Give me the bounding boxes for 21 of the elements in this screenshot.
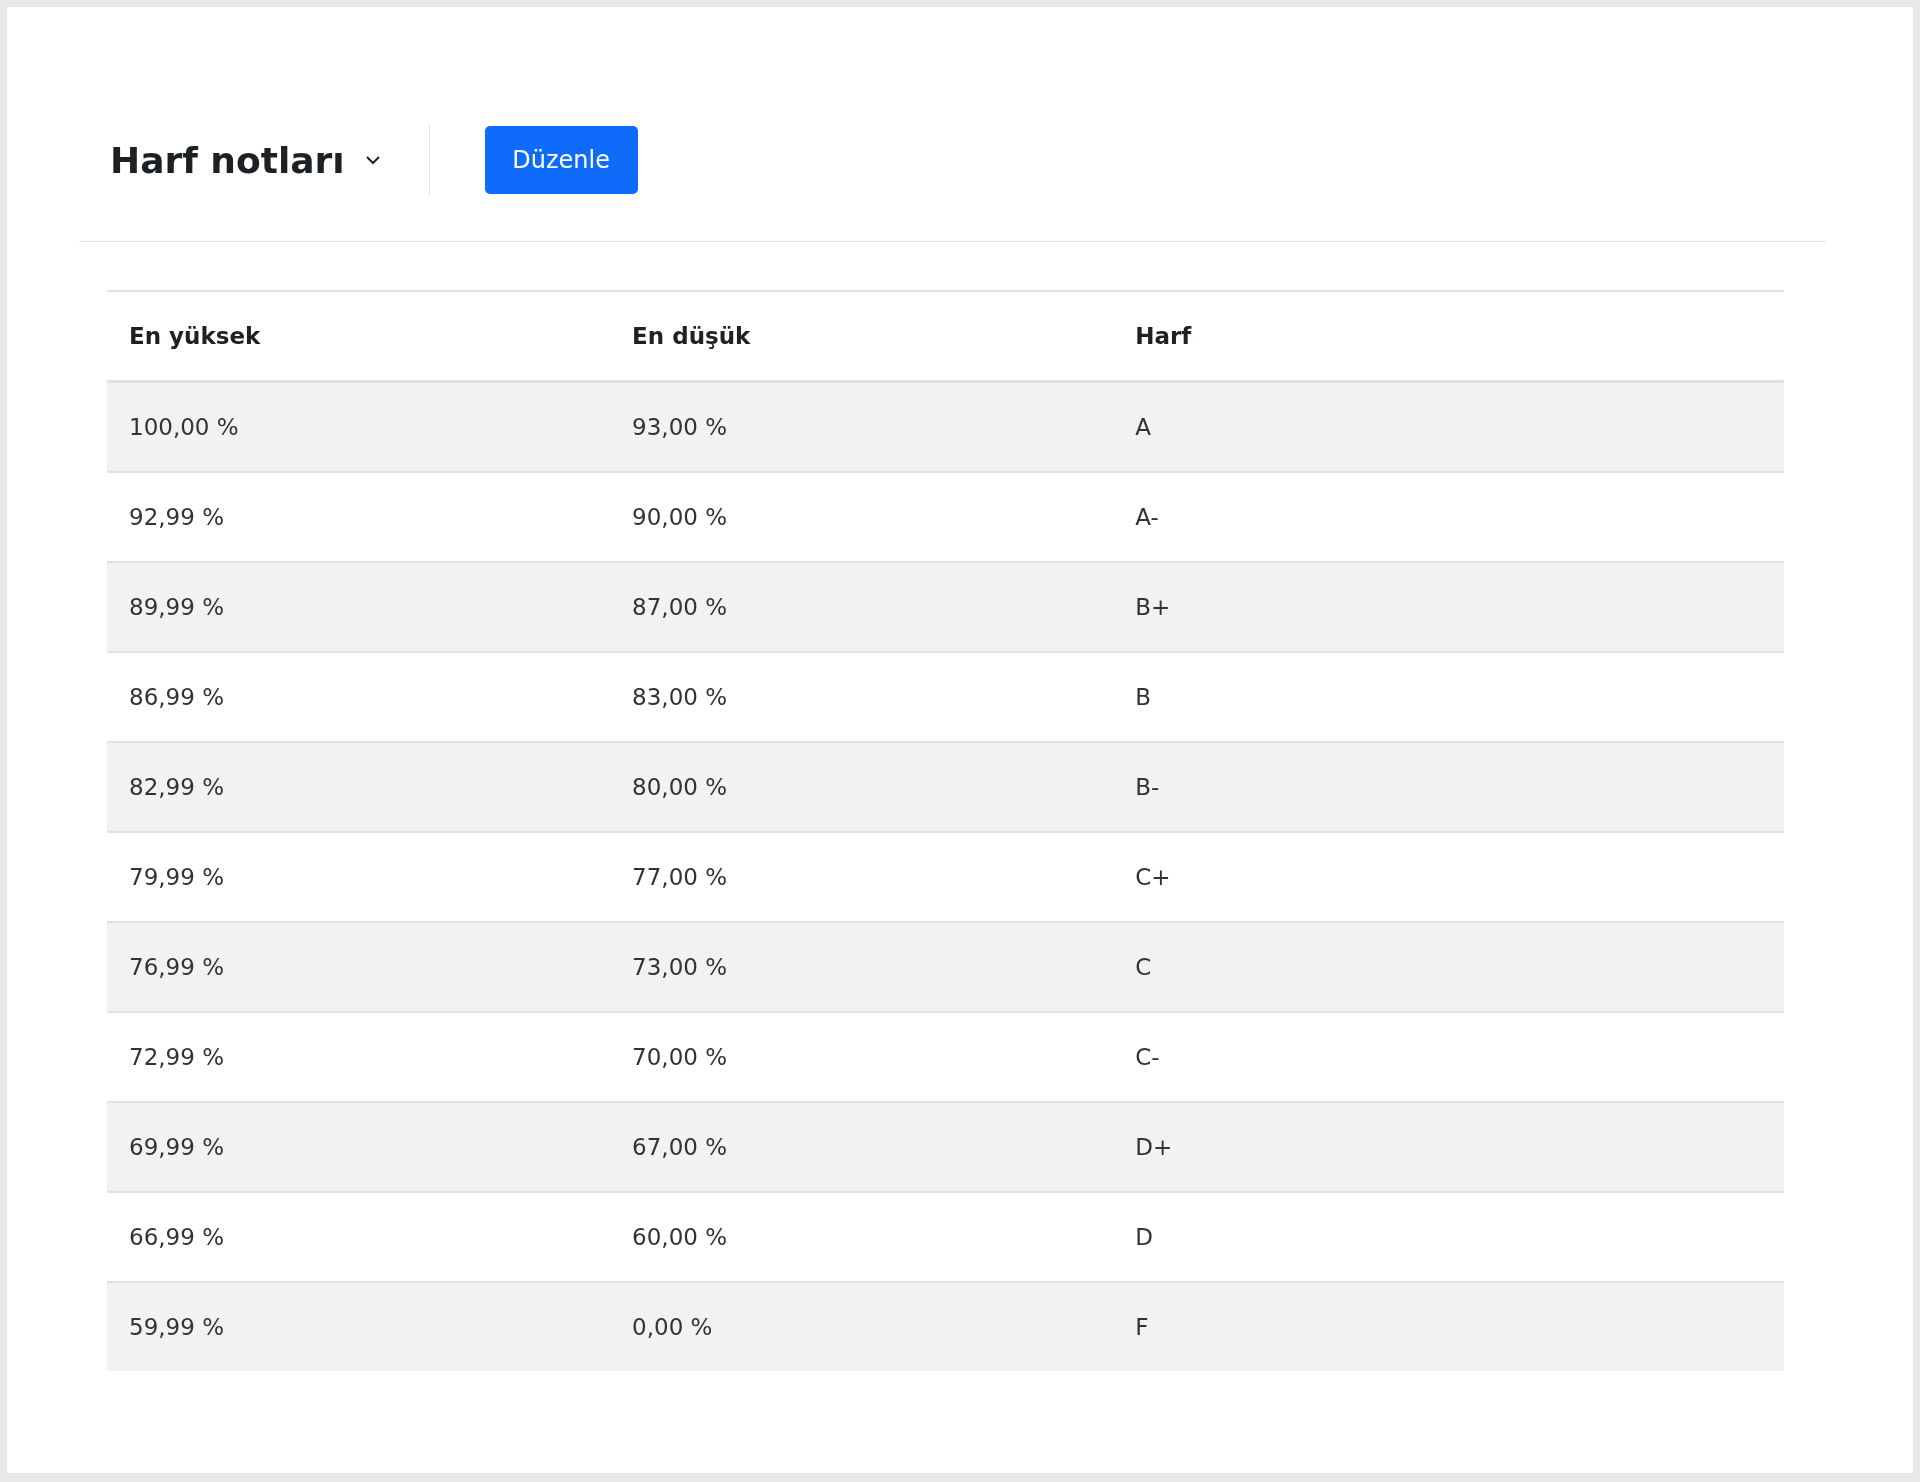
table-cell: 82,99 % [107,742,611,832]
table-cell: 93,00 % [610,381,1114,472]
table-cell: 89,99 % [107,562,611,652]
table-cell: 67,00 % [610,1102,1114,1192]
table-cell: 76,99 % [107,922,611,1012]
table-cell: B- [1113,742,1784,832]
table-cell: 69,99 % [107,1102,611,1192]
edit-button[interactable]: Düzenle [484,126,638,194]
chevron-down-icon [364,155,381,165]
table-cell: 100,00 % [107,381,611,472]
table-cell: B+ [1113,562,1784,652]
table-cell: A [1113,381,1784,472]
table-cell: 0,00 % [610,1282,1114,1371]
table-cell: C [1113,922,1784,1012]
table-cell: 59,99 % [107,1282,611,1371]
table-cell: 73,00 % [610,922,1114,1012]
table-cell: F [1113,1282,1784,1371]
table-cell: 87,00 % [610,562,1114,652]
table-cell: D+ [1113,1102,1784,1192]
page-select-dropdown[interactable]: Harf notları [110,139,381,181]
table-cell: 80,00 % [610,742,1114,832]
